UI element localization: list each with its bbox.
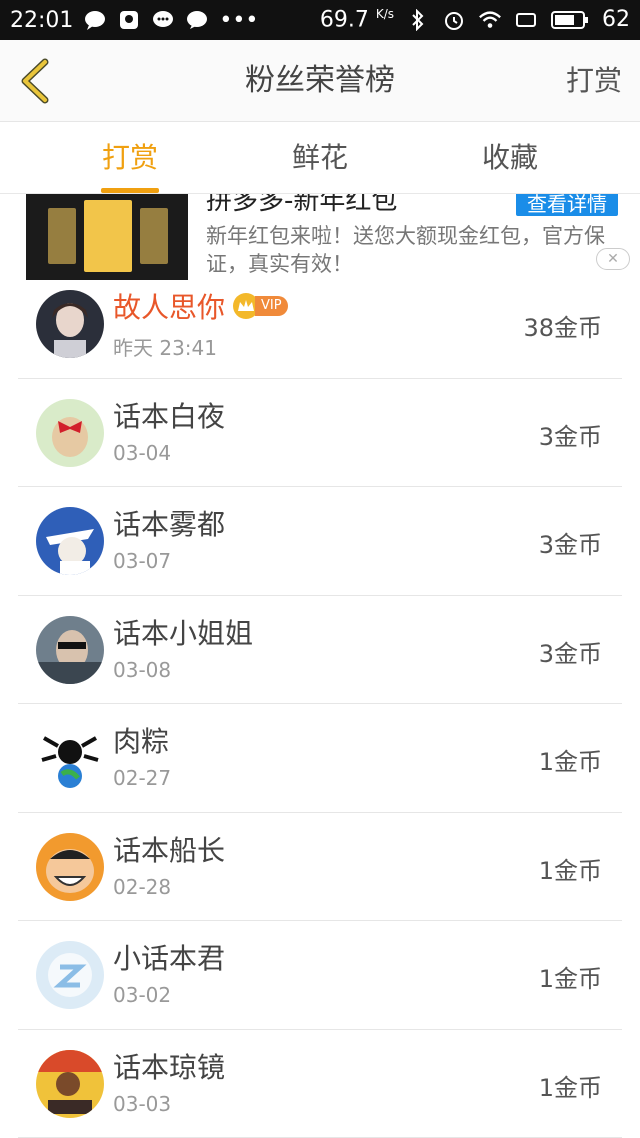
ad-title: 拼多多-新年红包: [206, 194, 398, 216]
qq-icon: [117, 9, 141, 31]
avatar[interactable]: [36, 290, 104, 358]
more-notifications-icon: •••: [219, 7, 259, 33]
user-name-text: 话本船长: [113, 833, 226, 867]
user-name[interactable]: 话本白夜: [113, 395, 225, 435]
reward-date: 03-04: [113, 440, 172, 465]
tab-flowers[interactable]: 鲜花: [260, 122, 380, 194]
wechat-icon: [151, 9, 175, 31]
coin-amount: 1金币: [538, 748, 602, 776]
user-name[interactable]: 话本雾都: [113, 503, 225, 543]
ranking-row[interactable]: 话本雾都 03-07 3金币: [0, 487, 640, 596]
coin-amount: 3金币: [538, 422, 602, 451]
message-icon: [185, 9, 209, 31]
user-name[interactable]: 小话本君: [113, 937, 225, 977]
ranking-row[interactable]: 话本小姐姐 03-08 3金币: [0, 596, 640, 704]
reward-date: 昨天 23:41: [113, 336, 217, 360]
battery-level: 62: [602, 7, 630, 33]
vip-badge: VIP: [233, 293, 288, 319]
user-name-text: 话本白夜: [113, 399, 226, 433]
wifi-icon: [478, 9, 502, 31]
coin-amount: 1金币: [538, 1073, 602, 1102]
coin-amount: 1金币: [538, 856, 602, 885]
avatar[interactable]: [36, 724, 104, 792]
user-name[interactable]: 话本琼镜: [113, 1046, 225, 1086]
ranking-row[interactable]: 话本船长 02-28 1金币: [0, 813, 640, 921]
alarm-icon: [442, 9, 466, 31]
coin-amount: 3金币: [538, 531, 602, 559]
active-tab-indicator: [101, 188, 159, 193]
ad-details-button[interactable]: 查看详情: [516, 194, 618, 216]
navigation-bar: 粉丝荣誉榜 打赏: [0, 40, 640, 122]
network-speed: 69.7 K/s: [319, 7, 394, 33]
ad-image[interactable]: [26, 194, 188, 280]
reward-date: 03-02: [113, 983, 172, 1007]
reward-date: 02-28: [113, 874, 172, 899]
user-name[interactable]: 肉粽: [113, 720, 169, 760]
user-name-text: 话本雾都: [113, 508, 226, 541]
ad-card-right: [140, 208, 168, 264]
battery-icon: [550, 9, 590, 31]
avatar[interactable]: [36, 398, 104, 467]
avatar[interactable]: [36, 1049, 104, 1118]
ranking-list: 故人思你 VIP 昨天 23:41 38金币 话本白夜 03-04 3金币 话本雾都 03-07…: [0, 270, 640, 1138]
coin-amount: 3金币: [538, 639, 602, 668]
coin-amount: 1金币: [538, 965, 602, 993]
ad-card-center: [84, 200, 132, 272]
ad-close-button[interactable]: ✕: [596, 248, 630, 270]
avatar[interactable]: [36, 832, 104, 901]
user-name-text: 话本小姐姐: [113, 616, 254, 650]
bluetooth-icon: [406, 8, 430, 31]
status-bar: 22:01 ••• 69.7 K/s 62: [0, 0, 640, 40]
chat-bubble-icon: [83, 9, 107, 31]
ranking-row[interactable]: 话本琼镜 03-03 1金币: [0, 1030, 640, 1138]
clock: 22:01: [10, 7, 74, 33]
tab-reward[interactable]: 打赏: [70, 122, 190, 194]
user-name-text: 小话本君: [113, 942, 226, 975]
screen-rotate-icon: [514, 9, 538, 31]
close-icon: ✕: [607, 251, 619, 267]
avatar[interactable]: [36, 615, 104, 684]
user-name[interactable]: 话本小姐姐: [113, 612, 253, 652]
user-name[interactable]: 故人思你 VIP: [113, 286, 288, 326]
reward-date: 03-08: [113, 657, 172, 682]
ranking-row[interactable]: 话本白夜 03-04 3金币: [0, 379, 640, 487]
ranking-row[interactable]: 小话本君 03-02 1金币: [0, 921, 640, 1030]
coin-amount: 38金币: [523, 314, 602, 342]
reward-date: 03-03: [113, 1091, 172, 1116]
avatar[interactable]: [36, 507, 104, 575]
reward-date: 02-27: [113, 766, 172, 790]
ad-card-left: [48, 208, 76, 264]
reward-button[interactable]: 打赏: [566, 40, 622, 122]
ranking-row[interactable]: 故人思你 VIP 昨天 23:41 38金币: [0, 270, 640, 379]
reward-date: 03-07: [113, 549, 172, 573]
vip-label: VIP: [255, 296, 288, 316]
user-name[interactable]: 话本船长: [113, 829, 225, 869]
user-name-text: 故人思你: [113, 291, 226, 324]
page-title: 粉丝荣誉榜: [245, 63, 395, 98]
tab-favorites[interactable]: 收藏: [450, 122, 570, 194]
tab-bar: 打赏 鲜花 收藏: [0, 122, 640, 194]
ranking-row[interactable]: 肉粽 02-27 1金币: [0, 704, 640, 813]
user-name-text: 肉粽: [113, 725, 170, 758]
avatar[interactable]: [36, 941, 104, 1009]
user-name-text: 话本琼镜: [113, 1050, 226, 1084]
